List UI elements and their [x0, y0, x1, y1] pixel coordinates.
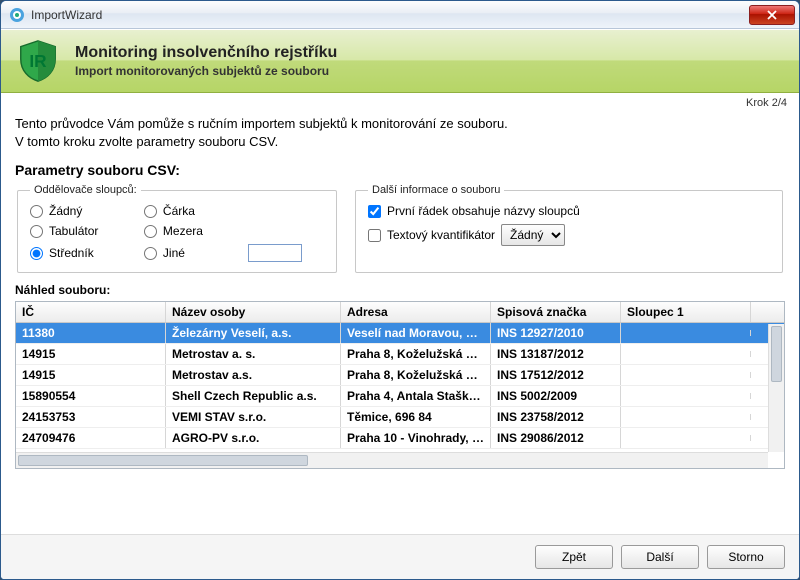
wizard-window: ImportWizard IR Monitoring insolvenčního…: [0, 0, 800, 580]
table-cell: Praha 10 - Vinohrady, K…: [341, 428, 491, 448]
table-cell: [621, 393, 751, 399]
delimiter-semicolon[interactable]: Středník: [30, 246, 120, 260]
window-title: ImportWizard: [31, 8, 749, 22]
delimiter-other-input[interactable]: [248, 244, 302, 262]
preview-label: Náhled souboru:: [15, 283, 785, 297]
table-cell: Praha 4, Antala Staška …: [341, 386, 491, 406]
fileinfo-legend: Další informace o souboru: [368, 184, 504, 196]
table-cell: Metrostav a.s.: [166, 365, 341, 385]
table-cell: 24709476: [16, 428, 166, 448]
table-cell: [621, 414, 751, 420]
title-bar: ImportWizard: [1, 1, 799, 29]
table-cell: 11380: [16, 323, 166, 343]
close-button[interactable]: [749, 5, 795, 25]
svg-text:IR: IR: [29, 51, 47, 71]
table-cell: VEMI STAV s.r.o.: [166, 407, 341, 427]
text-qualifier-checkbox[interactable]: [368, 229, 381, 242]
delimiter-comma[interactable]: Čárka: [144, 204, 225, 218]
intro-text: Tento průvodce Vám pomůže s ručním impor…: [15, 115, 785, 150]
col-header[interactable]: Název osoby: [166, 302, 341, 322]
table-cell: Metrostav a. s.: [166, 344, 341, 364]
table-cell: 24153753: [16, 407, 166, 427]
text-qualifier-select[interactable]: Žádný: [501, 224, 565, 246]
delimiters-group: Oddělovače sloupců: Žádný Čárka Tabuláto…: [17, 184, 337, 273]
table-cell: INS 13187/2012: [491, 344, 621, 364]
first-row-headers-label: První řádek obsahuje názvy sloupců: [387, 204, 580, 218]
horizontal-scrollbar[interactable]: [16, 452, 768, 468]
preview-table: IČ Název osoby Adresa Spisová značka Slo…: [15, 301, 785, 469]
fileinfo-group: Další informace o souboru První řádek ob…: [355, 184, 783, 273]
page-title: Monitoring insolvenčního rejstříku: [75, 44, 337, 62]
intro-line: Tento průvodce Vám pomůže s ručním impor…: [15, 115, 785, 133]
table-cell: Těmice, 696 84: [341, 407, 491, 427]
table-cell: Železárny Veselí, a.s.: [166, 323, 341, 343]
table-cell: INS 17512/2012: [491, 365, 621, 385]
table-cell: Shell Czech Republic a.s.: [166, 386, 341, 406]
table-cell: Praha 8, Koželužská 22…: [341, 344, 491, 364]
table-cell: [621, 372, 751, 378]
col-header[interactable]: Spisová značka: [491, 302, 621, 322]
wizard-footer: Zpět Další Storno: [1, 534, 799, 580]
table-row[interactable]: 24153753VEMI STAV s.r.o.Těmice, 696 84IN…: [16, 407, 784, 428]
table-cell: 15890554: [16, 386, 166, 406]
table-cell: Veselí nad Moravou, Ko…: [341, 323, 491, 343]
table-row[interactable]: 24709476AGRO-PV s.r.o.Praha 10 - Vinohra…: [16, 428, 784, 449]
delimiters-legend: Oddělovače sloupců:: [30, 184, 141, 196]
table-cell: INS 12927/2010: [491, 323, 621, 343]
app-icon: [9, 7, 25, 23]
table-row[interactable]: 11380Železárny Veselí, a.s.Veselí nad Mo…: [16, 323, 784, 344]
table-cell: INS 23758/2012: [491, 407, 621, 427]
table-cell: 14915: [16, 365, 166, 385]
shield-icon: IR: [15, 38, 61, 84]
col-header[interactable]: Adresa: [341, 302, 491, 322]
vertical-scrollbar[interactable]: [768, 324, 784, 452]
page-subtitle: Import monitorovaných subjektů ze soubor…: [75, 64, 337, 78]
table-cell: Praha 8, Koželužská 22…: [341, 365, 491, 385]
delimiter-other[interactable]: Jiné: [144, 246, 225, 260]
table-cell: AGRO-PV s.r.o.: [166, 428, 341, 448]
wizard-header: IR Monitoring insolvenčního rejstříku Im…: [1, 29, 799, 93]
cancel-button[interactable]: Storno: [707, 545, 785, 569]
next-button[interactable]: Další: [621, 545, 699, 569]
table-row[interactable]: 15890554Shell Czech Republic a.s.Praha 4…: [16, 386, 784, 407]
intro-line: V tomto kroku zvolte parametry souboru C…: [15, 133, 785, 151]
table-cell: [621, 330, 751, 336]
back-button[interactable]: Zpět: [535, 545, 613, 569]
delimiter-none[interactable]: Žádný: [30, 204, 120, 218]
delimiter-space[interactable]: Mezera: [144, 224, 225, 238]
table-cell: INS 29086/2012: [491, 428, 621, 448]
text-qualifier-label: Textový kvantifikátor: [387, 228, 495, 242]
table-header-row: IČ Název osoby Adresa Spisová značka Slo…: [16, 302, 784, 323]
table-row[interactable]: 14915Metrostav a. s.Praha 8, Koželužská …: [16, 344, 784, 365]
col-header[interactable]: Sloupec 1: [621, 302, 751, 322]
table-row[interactable]: 14915Metrostav a.s.Praha 8, Koželužská 2…: [16, 365, 784, 386]
table-cell: [621, 435, 751, 441]
table-cell: INS 5002/2009: [491, 386, 621, 406]
delimiter-tab[interactable]: Tabulátor: [30, 224, 120, 238]
step-indicator: Krok 2/4: [1, 93, 799, 109]
table-cell: 14915: [16, 344, 166, 364]
first-row-headers-checkbox[interactable]: [368, 205, 381, 218]
col-header[interactable]: IČ: [16, 302, 166, 322]
table-cell: [621, 351, 751, 357]
section-title: Parametry souboru CSV:: [15, 162, 785, 178]
